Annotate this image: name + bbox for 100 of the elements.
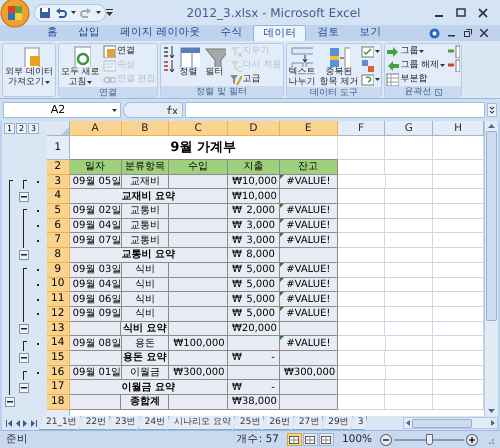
ribbon-button[interactable]: 텍스트 나누기: [288, 45, 316, 87]
outline-level-button[interactable]: 3: [28, 123, 39, 134]
expand-formula-icon[interactable]: [487, 103, 497, 117]
collapse-button[interactable]: [19, 382, 29, 393]
scroll-right-icon[interactable]: [489, 419, 497, 427]
row-header[interactable]: 16: [46, 366, 70, 380]
column-header[interactable]: F: [338, 121, 386, 136]
row-header[interactable]: 18: [46, 395, 70, 410]
ribbon-tab[interactable]: 수식: [211, 25, 252, 41]
view-button[interactable]: [286, 433, 302, 446]
row-header[interactable]: 8: [46, 248, 70, 263]
table-cell: [169, 278, 228, 292]
sheet-tab[interactable]: 25번: [232, 416, 264, 430]
sheet-tab[interactable]: 29번: [321, 416, 353, 430]
row-header[interactable]: 1: [46, 136, 70, 160]
row-header[interactable]: 9: [46, 262, 70, 278]
view-button[interactable]: [318, 433, 334, 446]
table-cell: #VALUE!: [280, 174, 338, 190]
ribbon-tab[interactable]: 검토: [308, 25, 348, 41]
row-header[interactable]: 13: [46, 322, 70, 336]
column-header[interactable]: B: [122, 121, 170, 136]
ribbon-button[interactable]: 고급: [228, 73, 282, 86]
ribbon-tab[interactable]: 보기: [350, 25, 390, 41]
row-header[interactable]: 2: [46, 160, 70, 175]
ribbon-tab[interactable]: 홈: [38, 25, 67, 41]
ribbon-tab[interactable]: 삽입: [69, 25, 109, 41]
zoom-slider-thumb[interactable]: [426, 434, 433, 444]
ribbon-tab[interactable]: 페이지 레이아웃: [111, 25, 210, 41]
name-box[interactable]: A2: [3, 102, 121, 118]
column-header[interactable]: C: [169, 121, 228, 136]
row-header[interactable]: 11: [46, 292, 70, 307]
column-header[interactable]: G: [385, 121, 434, 136]
undo-icon[interactable]: [55, 6, 67, 18]
outline-level-button[interactable]: 2: [16, 123, 27, 134]
table-cell: [338, 278, 386, 292]
sheet-tab[interactable]: 시나리오 요약: [167, 416, 235, 430]
sheet-tab[interactable]: 21_1번: [39, 416, 81, 430]
sheet-tab[interactable]: 22번: [78, 416, 110, 430]
collapse-button[interactable]: [5, 397, 15, 408]
ribbon-button[interactable]: [361, 45, 380, 58]
ribbon-button[interactable]: 연결: [102, 45, 156, 58]
scroll-left-icon[interactable]: [404, 419, 412, 427]
restore-icon[interactable]: [464, 29, 472, 37]
formula-input[interactable]: [185, 102, 485, 118]
next-sheet-icon[interactable]: [23, 420, 28, 426]
horizontal-scrollbar[interactable]: [403, 417, 498, 429]
collapse-button[interactable]: [19, 353, 29, 364]
column-header[interactable]: H: [433, 121, 484, 136]
zoom-out-icon[interactable]: [380, 434, 392, 446]
outline-level-button[interactable]: 1: [4, 123, 15, 134]
ribbon-button[interactable]: [162, 45, 175, 58]
view-button[interactable]: [302, 433, 318, 446]
ribbon-button[interactable]: 모두 새로 고침: [60, 45, 101, 87]
row-header[interactable]: 3: [46, 174, 70, 190]
collapse-button[interactable]: [19, 250, 29, 260]
column-header[interactable]: A: [70, 121, 122, 136]
ribbon-button[interactable]: 부분합: [386, 73, 446, 86]
row-header[interactable]: 6: [46, 218, 70, 234]
ribbon-button[interactable]: [361, 73, 380, 86]
row-header[interactable]: 12: [46, 306, 70, 322]
sheet-tab[interactable]: 24번: [138, 416, 170, 430]
row-header[interactable]: 17: [46, 380, 70, 395]
sheet-tab[interactable]: 26번: [262, 416, 294, 430]
function-icon[interactable]: [166, 105, 178, 115]
previous-sheet-icon[interactable]: [15, 420, 20, 426]
ribbon-tab[interactable]: 데이터: [253, 25, 306, 41]
column-header[interactable]: D: [228, 121, 280, 136]
maximize-icon[interactable]: [456, 8, 466, 18]
scrollbar-thumb[interactable]: [412, 418, 472, 428]
row-header[interactable]: 14: [46, 336, 70, 351]
ribbon-button[interactable]: 중복된 항목 제거: [318, 45, 360, 87]
collapse-button[interactable]: [19, 192, 29, 202]
help-icon[interactable]: [429, 28, 440, 38]
close-icon[interactable]: [478, 8, 488, 18]
scrollbar-thumb[interactable]: [486, 131, 497, 321]
sheet-tab[interactable]: 27번: [292, 416, 324, 430]
vertical-scrollbar[interactable]: [484, 121, 498, 416]
zoom-in-icon[interactable]: [466, 434, 478, 446]
save-icon[interactable]: [39, 6, 51, 18]
row-header[interactable]: 7: [46, 233, 70, 248]
ribbon-button[interactable]: 외부 데이터 가져오기: [4, 45, 54, 87]
ribbon-button[interactable]: 그룹 해제: [386, 59, 446, 72]
row-header[interactable]: 4: [46, 189, 70, 204]
table-cell: [385, 204, 434, 219]
row-header[interactable]: 10: [46, 278, 70, 292]
close-icon[interactable]: [480, 29, 488, 37]
column-header[interactable]: E: [280, 121, 338, 136]
sheet-tab[interactable]: 3: [350, 416, 368, 430]
row-header[interactable]: 5: [46, 204, 70, 219]
sheet-tab[interactable]: 23번: [108, 416, 140, 430]
first-sheet-icon[interactable]: [6, 420, 12, 426]
collapse-button[interactable]: [19, 324, 29, 334]
dialog-launcher-icon[interactable]: [435, 88, 442, 96]
ribbon-button[interactable]: [162, 59, 175, 72]
ribbon-button[interactable]: 정렬: [176, 45, 201, 77]
row-header[interactable]: 15: [46, 350, 70, 366]
last-sheet-icon[interactable]: [31, 420, 37, 426]
customize-caret-icon[interactable]: [106, 8, 113, 16]
ribbon-button[interactable]: 그룹: [386, 45, 446, 58]
ribbon-button[interactable]: 필터: [202, 45, 227, 77]
